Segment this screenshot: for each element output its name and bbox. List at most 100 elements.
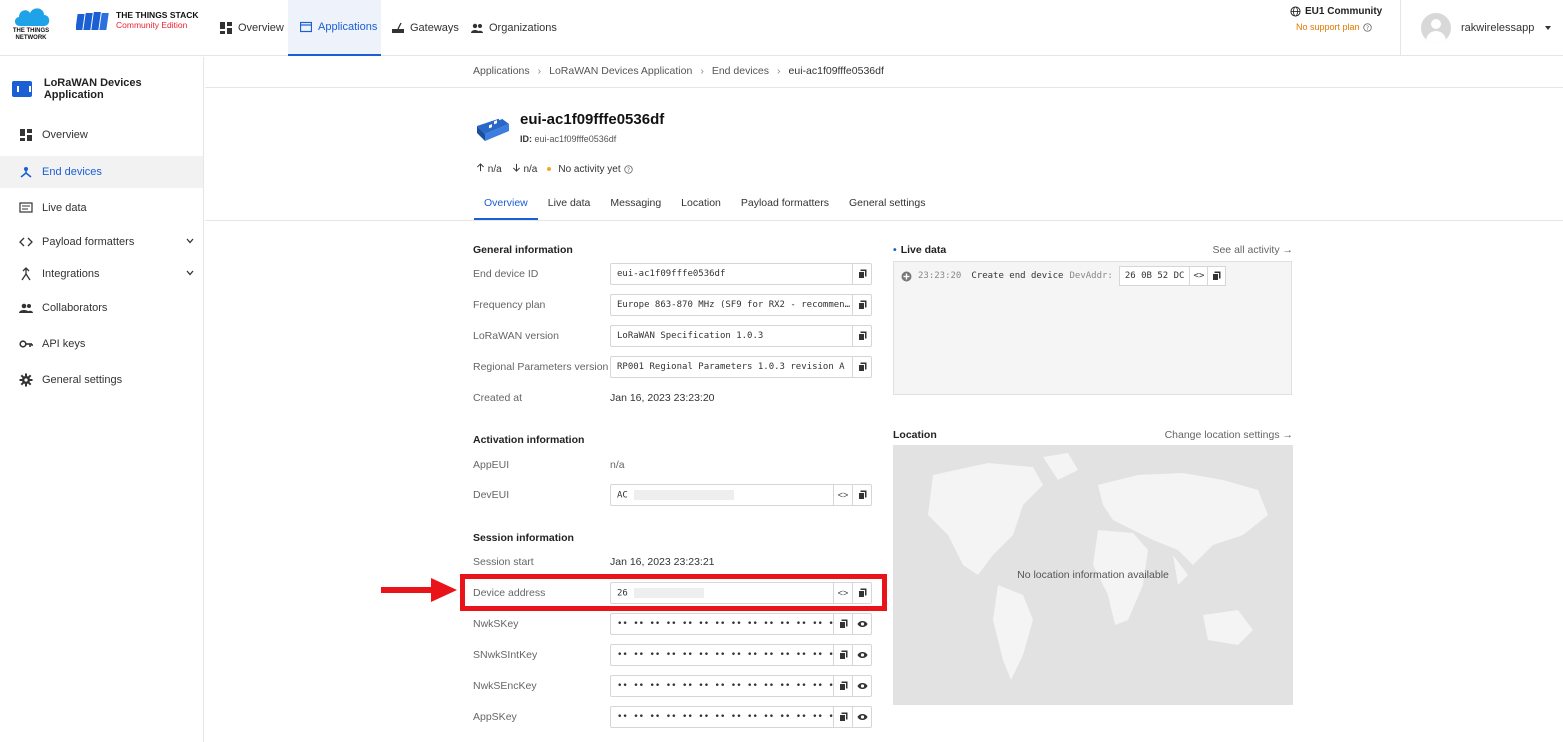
show-key-button[interactable] xyxy=(852,614,871,634)
snwksintkey-field[interactable]: •• •• •• •• •• •• •• •• •• •• •• •• •• •… xyxy=(610,644,872,666)
copy-button[interactable] xyxy=(833,645,852,665)
snwksintkey-label: SNwkSIntKey xyxy=(473,649,538,661)
copy-button[interactable] xyxy=(852,264,871,284)
tab-live-data[interactable]: Live data xyxy=(538,188,601,220)
eye-icon xyxy=(857,621,867,627)
show-key-button[interactable] xyxy=(852,707,871,727)
nav-overview[interactable]: Overview xyxy=(212,0,286,56)
event-time: 23:23:20 xyxy=(918,271,962,281)
stack-title: THE THINGS STACK xyxy=(116,10,199,20)
sidebar-item-payload-formatters[interactable]: Payload formatters xyxy=(0,226,203,258)
cluster-info[interactable]: EU1 Community No support plan ? xyxy=(1290,6,1400,32)
end-device-id-field[interactable]: eui-ac1f09fffe0536df xyxy=(610,263,872,285)
people-icon xyxy=(19,303,33,313)
downlink-stat: n/a xyxy=(512,163,537,175)
copy-button[interactable] xyxy=(852,357,871,377)
stack-edition: Community Edition xyxy=(116,20,188,30)
location-map[interactable]: No location information available xyxy=(893,445,1293,705)
appeui-label: AppEUI xyxy=(473,459,510,471)
appskey-field[interactable]: •• •• •• •• •• •• •• •• •• •• •• •• •• •… xyxy=(610,706,872,728)
sidebar-app-title[interactable]: LoRaWAN Devices Application xyxy=(12,77,203,101)
sidebar-item-label: Payload formatters xyxy=(42,236,135,248)
eye-icon xyxy=(857,652,867,658)
copy-button[interactable] xyxy=(833,707,852,727)
copy-button[interactable] xyxy=(833,676,852,696)
session-information-title: Session information xyxy=(473,532,574,544)
eye-icon xyxy=(857,714,867,720)
application-chart-icon xyxy=(12,81,32,97)
nav-applications[interactable]: Applications xyxy=(288,0,381,56)
sidebar-item-collaborators[interactable]: Collaborators xyxy=(0,292,203,324)
sidebar: LoRaWAN Devices Application Overview End… xyxy=(0,57,204,742)
regional-parameters-field[interactable]: RP001 Regional Parameters 1.0.3 revision… xyxy=(610,356,872,378)
deveui-field[interactable]: AC <> xyxy=(610,484,872,506)
sidebar-item-label: Integrations xyxy=(42,268,100,280)
sidebar-item-live-data[interactable]: Live data xyxy=(0,192,203,224)
location-title: Location xyxy=(893,429,937,441)
code-icon xyxy=(19,237,33,247)
sidebar-item-integrations[interactable]: Integrations xyxy=(0,258,203,290)
breadcrumb-application[interactable]: LoRaWAN Devices Application xyxy=(549,65,692,77)
nav-gateways[interactable]: Gateways xyxy=(392,0,462,56)
tab-payload-formatters[interactable]: Payload formatters xyxy=(731,188,839,220)
svg-text:?: ? xyxy=(627,167,630,173)
support-plan: No support plan xyxy=(1296,22,1360,32)
lorawan-version-field[interactable]: LoRaWAN Specification 1.0.3 xyxy=(610,325,872,347)
toggle-format-button[interactable]: <> xyxy=(833,485,852,505)
user-name: rakwirelessapp xyxy=(1461,22,1535,34)
live-event-row[interactable]: 23:23:20 Create end device DevAddr: 26 0… xyxy=(901,266,1227,286)
sidebar-item-label: Live data xyxy=(42,202,87,214)
user-menu[interactable]: rakwirelessapp xyxy=(1400,0,1563,56)
ttn-logo[interactable]: THE THINGS NETWORK xyxy=(8,4,54,44)
sidebar-item-label: General settings xyxy=(42,374,123,386)
copy-button[interactable] xyxy=(833,614,852,634)
application-icon xyxy=(300,21,312,33)
plus-circle-icon xyxy=(901,271,912,281)
gear-icon xyxy=(19,373,33,387)
show-key-button[interactable] xyxy=(852,676,871,696)
appskey-label: AppSKey xyxy=(473,711,517,723)
copy-icon xyxy=(1212,271,1221,281)
devaddr-chip-value: 26 0B 52 DC xyxy=(1124,271,1185,281)
breadcrumb-end-devices[interactable]: End devices xyxy=(712,65,769,77)
nwksenckey-field[interactable]: •• •• •• •• •• •• •• •• •• •• •• •• •• •… xyxy=(610,675,872,697)
activation-information-title: Activation information xyxy=(473,434,585,446)
tab-messaging[interactable]: Messaging xyxy=(600,188,671,220)
integration-icon xyxy=(21,267,31,281)
copy-button[interactable] xyxy=(852,326,871,346)
sidebar-item-api-keys[interactable]: API keys xyxy=(0,328,203,360)
copy-button[interactable] xyxy=(852,295,871,315)
show-key-button[interactable] xyxy=(852,645,871,665)
sidebar-item-overview[interactable]: Overview xyxy=(0,119,203,151)
devaddr-chip[interactable]: 26 0B 52 DC <> xyxy=(1118,266,1227,286)
highlight-box xyxy=(460,574,887,611)
frequency-plan-field[interactable]: Europe 863-870 MHz (SF9 for RX2 - recomm… xyxy=(610,294,872,316)
nwkskey-label: NwkSKey xyxy=(473,618,519,630)
copy-icon xyxy=(857,300,866,310)
sidebar-item-label: End devices xyxy=(42,166,102,178)
nwkskey-field[interactable]: •• •• •• •• •• •• •• •• •• •• •• •• •• •… xyxy=(610,613,872,635)
sidebar-item-end-devices[interactable]: End devices xyxy=(0,156,203,188)
help-icon[interactable]: ? xyxy=(623,164,633,174)
session-start-label: Session start xyxy=(473,556,534,568)
copy-button[interactable] xyxy=(852,485,871,505)
arrow-up-icon xyxy=(476,163,485,172)
breadcrumb-applications[interactable]: Applications xyxy=(473,65,530,77)
location-header: Location Change location settings → xyxy=(893,429,1293,441)
code-icon[interactable]: <> xyxy=(1189,267,1207,285)
copy-icon xyxy=(838,650,847,660)
event-type: Create end device xyxy=(971,271,1064,281)
tab-location[interactable]: Location xyxy=(671,188,731,220)
tab-overview[interactable]: Overview xyxy=(474,188,538,220)
sidebar-item-general-settings[interactable]: General settings xyxy=(0,364,203,396)
avatar xyxy=(1421,13,1451,43)
change-location-link[interactable]: Change location settings → xyxy=(1165,429,1293,441)
stack-blocks-icon xyxy=(76,12,109,30)
device-stats: n/a n/a No activity yet ? xyxy=(476,163,633,175)
see-all-activity-link[interactable]: See all activity → xyxy=(1212,244,1293,256)
frequency-plan-label: Frequency plan xyxy=(473,299,546,311)
tab-general-settings[interactable]: General settings xyxy=(839,188,935,220)
stack-logo[interactable]: THE THINGS STACK Community Edition xyxy=(76,10,199,40)
copy-button[interactable] xyxy=(1207,267,1225,285)
nav-organizations[interactable]: Organizations xyxy=(471,0,561,56)
